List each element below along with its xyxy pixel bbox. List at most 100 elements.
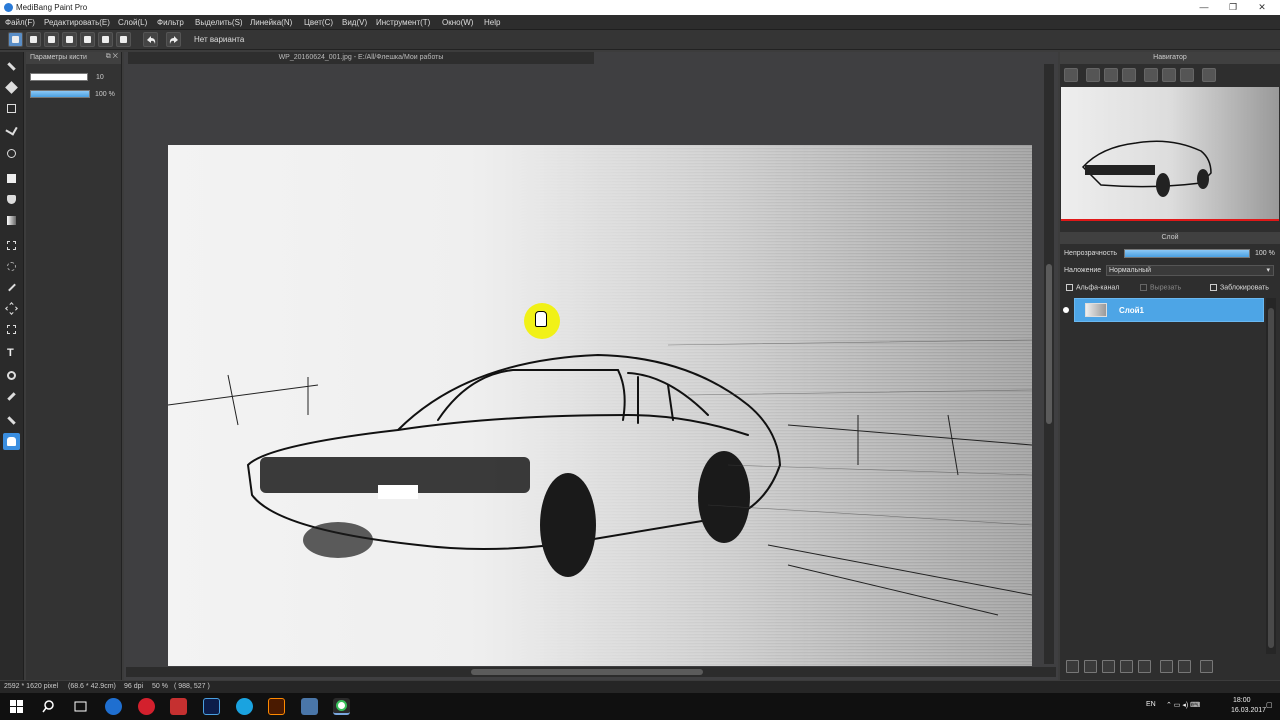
fit-window-icon[interactable] xyxy=(1104,68,1118,82)
sketch-image[interactable] xyxy=(168,145,1032,666)
opera-icon[interactable] xyxy=(138,698,155,715)
merge-layer-icon[interactable] xyxy=(1178,660,1191,673)
clip-checkbox[interactable]: Вырезать xyxy=(1140,284,1181,291)
reset-view-icon[interactable] xyxy=(1162,68,1176,82)
move-tool-icon[interactable] xyxy=(3,145,20,162)
select-rect-tool-icon[interactable] xyxy=(3,237,20,254)
rotate-right-icon[interactable] xyxy=(1180,68,1194,82)
gradient-tool-icon[interactable] xyxy=(3,212,20,229)
new-8bit-layer-icon[interactable] xyxy=(1102,660,1115,673)
vk-icon[interactable] xyxy=(301,698,318,715)
bucket-tool-icon[interactable] xyxy=(3,191,20,208)
maximize-button[interactable]: ❐ xyxy=(1219,1,1247,14)
new-folder-icon[interactable] xyxy=(1138,660,1151,673)
layer-opacity-slider[interactable] xyxy=(1124,249,1250,258)
skype-icon[interactable] xyxy=(236,698,253,715)
brush-panel: Параметры кисти ⧉ ✕ 10 100 % xyxy=(26,52,122,680)
photoshop-icon[interactable] xyxy=(203,698,220,715)
navigator-title: Навигатор xyxy=(1153,54,1187,61)
layer-thumbnail xyxy=(1085,303,1107,317)
canvas-vertical-scrollbar[interactable] xyxy=(1044,64,1054,664)
canvas-horizontal-scrollbar[interactable] xyxy=(126,667,1056,677)
menu-file[interactable]: Файл(F) xyxy=(5,18,35,27)
navigator-preview[interactable] xyxy=(1061,87,1279,221)
menu-help[interactable]: Help xyxy=(484,18,500,27)
windows-start-icon[interactable] xyxy=(8,698,25,715)
tray-icons[interactable]: ⌃ ▭ ◂) ⌨ xyxy=(1166,701,1200,709)
edge-icon[interactable] xyxy=(105,698,122,715)
eraser-tool-icon[interactable] xyxy=(3,79,20,96)
close-button[interactable]: ✕ xyxy=(1248,1,1276,14)
hand-tool-icon[interactable] xyxy=(3,433,20,450)
menu-ruler[interactable]: Линейка(N) xyxy=(250,18,292,27)
app-icon-red[interactable] xyxy=(170,698,187,715)
brush-opacity-slider[interactable] xyxy=(30,90,90,98)
redo-icon[interactable] xyxy=(166,32,181,47)
dropper-tool-icon[interactable] xyxy=(3,388,20,405)
eyedropper-tool-icon[interactable] xyxy=(3,412,20,429)
rotate-left-icon[interactable] xyxy=(1144,68,1158,82)
language-indicator[interactable]: EN xyxy=(1146,701,1156,708)
menu-tool[interactable]: Инструмент(T) xyxy=(376,18,430,27)
tool-strip: T xyxy=(0,52,24,680)
layer-visibility-icon[interactable] xyxy=(1063,307,1069,313)
document-tab[interactable]: WP_20160624_001.jpg - E:/All/Флешка/Мои … xyxy=(128,52,594,64)
lasso-tool-icon[interactable] xyxy=(3,258,20,275)
upload-icon[interactable] xyxy=(26,32,41,47)
zoom-out-icon[interactable] xyxy=(1122,68,1136,82)
menu-color[interactable]: Цвет(C) xyxy=(304,18,333,27)
layer-scrollbar[interactable] xyxy=(1266,298,1276,654)
menu-window[interactable]: Окно(W) xyxy=(442,18,473,27)
flip-icon[interactable] xyxy=(1202,68,1216,82)
delete-layer-icon[interactable] xyxy=(1200,660,1213,673)
new-halftone-layer-icon[interactable] xyxy=(1084,660,1097,673)
menu-edit[interactable]: Редактировать(E) xyxy=(44,18,110,27)
canvas-area[interactable]: WP_20160624_001.jpg - E:/All/Флешка/Мои … xyxy=(124,52,1058,680)
clock-date[interactable]: 16.03.2017 xyxy=(1231,707,1266,714)
brush-opacity-value: 100 % xyxy=(95,91,115,98)
layer-panel-header: Слой xyxy=(1060,232,1280,244)
undo-icon[interactable] xyxy=(143,32,158,47)
lock-checkbox[interactable]: Заблокировать xyxy=(1210,284,1269,291)
menu-view[interactable]: Вид(V) xyxy=(342,18,367,27)
alpha-checkbox[interactable]: Альфа-канал xyxy=(1066,284,1119,291)
menu-layer[interactable]: Слой(L) xyxy=(118,18,147,27)
duplicate-layer-icon[interactable] xyxy=(1160,660,1173,673)
medibang-taskbar-icon[interactable] xyxy=(333,698,350,715)
layer-item[interactable]: Слой1 xyxy=(1074,298,1264,322)
magic-wand-tool-icon[interactable] xyxy=(3,279,20,296)
list-icon[interactable] xyxy=(98,32,113,47)
cloud-icon[interactable] xyxy=(8,32,23,47)
illustrator-icon[interactable] xyxy=(268,698,285,715)
rectangle-tool-icon[interactable] xyxy=(3,100,20,117)
brush-tool-icon[interactable] xyxy=(3,58,20,75)
task-view-icon[interactable] xyxy=(72,698,89,715)
fill-rect-tool-icon[interactable] xyxy=(3,170,20,187)
zoom-in-icon[interactable] xyxy=(1086,68,1100,82)
text-tool-icon[interactable]: T xyxy=(3,346,20,363)
new-layer-icon[interactable] xyxy=(1066,660,1079,673)
select-eraser-tool-icon[interactable] xyxy=(3,321,20,338)
status-dpi: 96 dpi xyxy=(124,683,144,690)
operation-tool-icon[interactable] xyxy=(3,367,20,384)
comment-icon[interactable] xyxy=(44,32,59,47)
blend-mode-select[interactable]: Нормальный ▾ xyxy=(1106,265,1274,276)
panel-close-icon[interactable]: ⧉ ✕ xyxy=(106,53,118,61)
menu-select[interactable]: Выделить(S) xyxy=(195,18,243,27)
brush-size-slider[interactable] xyxy=(30,73,88,81)
select-pen-tool-icon[interactable] xyxy=(3,300,20,317)
grid-icon[interactable] xyxy=(116,32,131,47)
clock-time[interactable]: 18:00 xyxy=(1233,697,1251,704)
layer-opacity-value: 100 % xyxy=(1255,250,1275,257)
search-icon[interactable] xyxy=(40,698,57,715)
zoom-fit-icon[interactable] xyxy=(1064,68,1078,82)
brush-size-value[interactable]: 10 xyxy=(96,74,104,81)
document-icon[interactable] xyxy=(80,32,95,47)
notifications-icon[interactable]: ▢ xyxy=(1266,701,1273,709)
menu-filter[interactable]: Фильтр xyxy=(157,18,184,27)
variant-label: Нет варианта xyxy=(194,35,245,44)
pen-tool-icon[interactable] xyxy=(3,121,20,138)
minimize-button[interactable]: — xyxy=(1190,1,1218,14)
page-icon[interactable] xyxy=(62,32,77,47)
new-1bit-layer-icon[interactable] xyxy=(1120,660,1133,673)
